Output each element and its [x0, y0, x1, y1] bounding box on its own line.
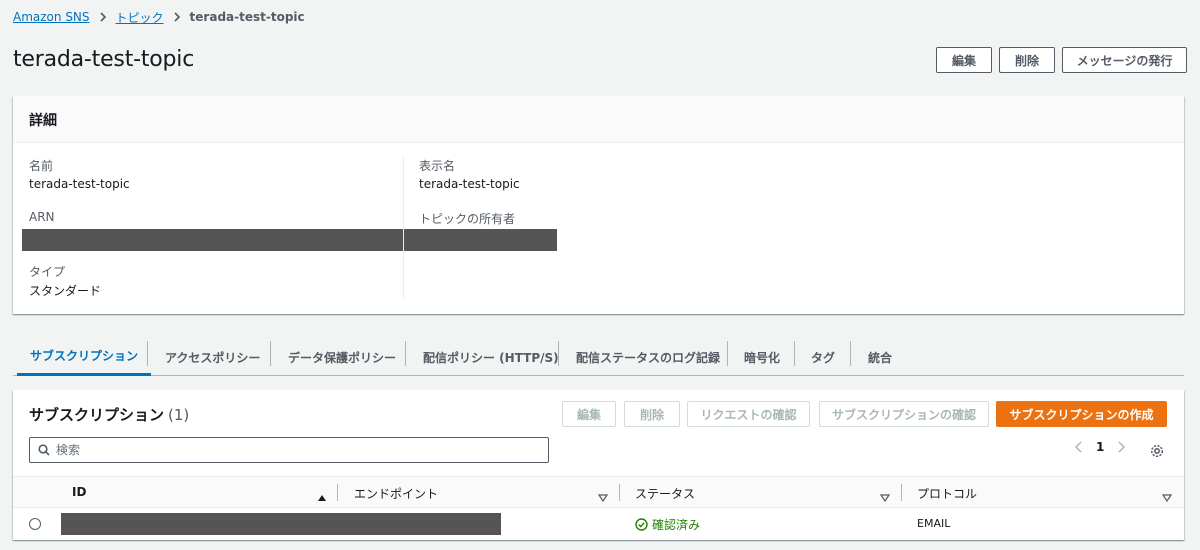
current-page-number[interactable]: 1	[1096, 440, 1104, 454]
column-divider	[901, 484, 902, 501]
gear-icon[interactable]	[1150, 443, 1164, 462]
previous-page-icon[interactable]	[1074, 440, 1084, 454]
subscription-edit-button[interactable]: 編集	[562, 401, 616, 427]
topic-owner-label: トピックの所有者	[419, 212, 516, 226]
publish-message-button[interactable]: メッセージの発行	[1062, 47, 1187, 73]
tab-delivery-policy[interactable]: 配信ポリシー (HTTP/S)	[423, 338, 559, 376]
breadcrumb-topics[interactable]: トピック	[116, 9, 164, 26]
subscriptions-count: (1)	[168, 406, 190, 424]
tab-delivery-status-logging[interactable]: 配信ステータスのログ記録	[576, 338, 720, 376]
breadcrumb: Amazon SNS トピック terada-test-topic	[13, 9, 305, 25]
name-value: terada-test-topic	[29, 177, 130, 191]
redacted-id-endpoint	[61, 513, 501, 535]
tab-access-policy[interactable]: アクセスポリシー	[165, 338, 260, 376]
column-divider	[619, 484, 620, 501]
next-page-icon[interactable]	[1116, 440, 1126, 454]
tab-subscriptions[interactable]: サブスクリプション	[17, 338, 152, 376]
name-label: 名前	[29, 159, 54, 173]
tab-encryption[interactable]: 暗号化	[744, 338, 780, 376]
type-value: スタンダード	[29, 284, 102, 298]
confirm-request-button[interactable]: リクエストの確認	[687, 401, 810, 427]
subscriptions-title: サブスクリプション	[29, 406, 165, 424]
breadcrumb-current: terada-test-topic	[189, 10, 305, 24]
sort-icon[interactable]	[1161, 487, 1173, 506]
table-row[interactable]: 確認済み EMAIL	[13, 508, 1184, 540]
check-circle-icon	[635, 518, 648, 531]
redacted-arn	[22, 229, 557, 251]
chevron-right-icon	[173, 12, 181, 22]
column-divider	[337, 484, 338, 501]
page-title: terada-test-topic	[13, 47, 195, 72]
type-label: タイプ	[29, 265, 66, 279]
sort-icon[interactable]	[879, 487, 891, 506]
status-cell: 確認済み	[635, 516, 700, 533]
tab-integrations[interactable]: 統合	[868, 338, 892, 376]
sort-icon[interactable]	[597, 487, 609, 506]
chevron-right-icon	[99, 12, 107, 22]
tab-divider	[850, 341, 851, 366]
table-header: ID エンドポイント ステータス プロトコル	[13, 476, 1184, 508]
search-icon	[38, 441, 50, 460]
tab-divider	[405, 341, 406, 366]
tab-divider	[727, 341, 728, 366]
status-text: 確認済み	[652, 518, 701, 532]
tab-divider	[558, 341, 559, 366]
details-heading: 詳細	[13, 96, 1184, 143]
confirm-subscription-button[interactable]: サブスクリプションの確認	[819, 401, 989, 427]
display-name-value: terada-test-topic	[419, 177, 520, 191]
delete-button[interactable]: 削除	[999, 47, 1055, 73]
create-subscription-button[interactable]: サブスクリプションの作成	[996, 401, 1167, 427]
breadcrumb-amazon-sns[interactable]: Amazon SNS	[13, 10, 90, 24]
subscription-delete-button[interactable]: 削除	[624, 401, 680, 427]
column-header-endpoint[interactable]: エンドポイント	[354, 485, 438, 502]
arn-label: ARN	[29, 210, 55, 224]
search-input[interactable]	[56, 443, 536, 457]
search-field[interactable]	[29, 437, 549, 463]
sort-ascending-icon[interactable]	[317, 487, 327, 506]
tab-data-protection-policy[interactable]: データ保護ポリシー	[288, 338, 396, 376]
column-header-protocol[interactable]: プロトコル	[917, 485, 977, 502]
tab-divider	[794, 341, 795, 366]
protocol-cell: EMAIL	[917, 517, 951, 530]
pagination: 1	[1074, 440, 1126, 454]
column-divider	[403, 156, 404, 298]
edit-button[interactable]: 編集	[936, 47, 992, 73]
display-name-label: 表示名	[419, 159, 456, 173]
row-select-radio[interactable]	[29, 518, 41, 530]
tab-tags[interactable]: タグ	[811, 338, 835, 376]
column-header-id[interactable]: ID	[72, 485, 86, 499]
subscriptions-panel: サブスクリプション (1) 編集 削除 リクエストの確認 サブスクリプションの確認…	[13, 390, 1184, 540]
column-header-status[interactable]: ステータス	[635, 485, 695, 502]
tab-divider	[270, 341, 271, 366]
tab-bar: サブスクリプション アクセスポリシー データ保護ポリシー 配信ポリシー (HTT…	[13, 338, 1184, 376]
details-panel: 詳細 名前 terada-test-topic ARN タイプ スタンダード 表…	[13, 96, 1184, 314]
subscriptions-heading: サブスクリプション (1)	[29, 404, 189, 425]
tab-divider	[147, 341, 148, 366]
